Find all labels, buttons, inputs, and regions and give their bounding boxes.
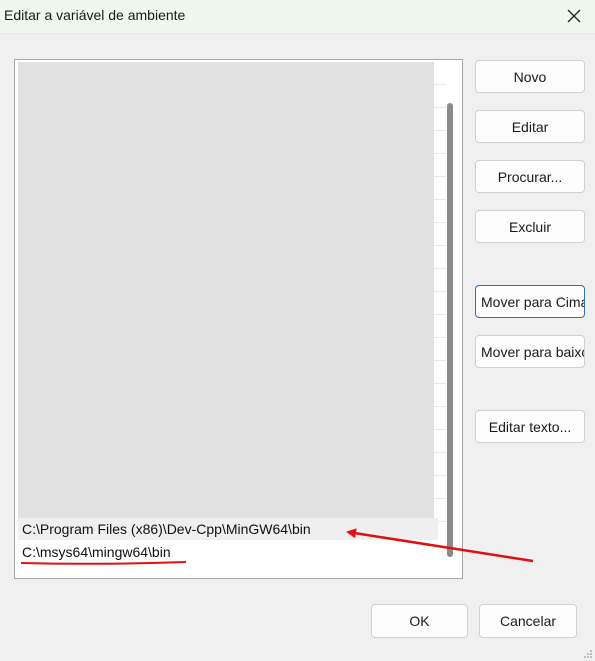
list-empty-area	[18, 62, 434, 518]
ok-button[interactable]: OK	[371, 604, 468, 638]
title-bar: Editar a variável de ambiente	[0, 0, 595, 34]
delete-button[interactable]: Excluir	[475, 210, 585, 243]
move-down-button[interactable]: Mover para baixo	[475, 335, 585, 368]
close-button[interactable]	[559, 2, 589, 30]
window-title: Editar a variável de ambiente	[4, 7, 186, 23]
move-up-button[interactable]: Mover para Cima	[475, 285, 585, 318]
close-icon	[567, 9, 581, 23]
path-list[interactable]: C:\Program Files (x86)\Dev-Cpp\MinGW64\b…	[14, 59, 463, 579]
list-item[interactable]: C:\Program Files (x86)\Dev-Cpp\MinGW64\b…	[18, 518, 438, 540]
resize-grip-icon[interactable]	[583, 649, 593, 659]
browse-button[interactable]: Procurar...	[475, 160, 585, 193]
move-down-label: Mover para baixo	[481, 343, 585, 360]
move-up-label: Mover para Cima	[481, 293, 585, 310]
vertical-scrollbar[interactable]	[444, 62, 458, 576]
new-button[interactable]: Novo	[475, 60, 585, 93]
edit-button[interactable]: Editar	[475, 110, 585, 143]
scrollbar-thumb[interactable]	[447, 103, 453, 557]
cancel-button[interactable]: Cancelar	[479, 604, 577, 638]
edit-env-variable-dialog: Editar a variável de ambiente C:\Program…	[0, 0, 595, 661]
edit-text-button[interactable]: Editar texto...	[475, 410, 585, 443]
list-item[interactable]: C:\msys64\mingw64\bin	[18, 541, 438, 563]
